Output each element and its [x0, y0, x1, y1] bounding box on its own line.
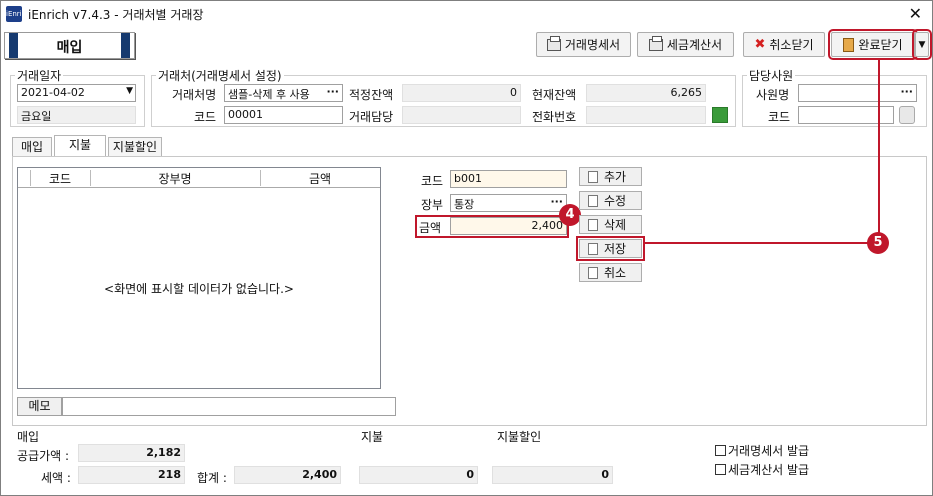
client-name-field[interactable]: 샘플-삭제 후 사용 ··· — [224, 84, 343, 102]
tax-invoice-issue-checkbox[interactable]: 세금계산서 발급 — [715, 461, 809, 478]
amount-field[interactable]: 2,400 — [450, 217, 567, 235]
column-amount[interactable]: 금액 — [260, 170, 380, 187]
current-balance-label: 현재잔액 — [532, 88, 577, 102]
mode-label: 매입 — [56, 40, 83, 56]
phone-label: 전화번호 — [532, 110, 577, 124]
cancel-doc-icon — [588, 266, 598, 279]
tab-payment[interactable]: 지불 — [54, 135, 106, 157]
contact-value — [402, 106, 521, 124]
discount-total-value: 0 — [492, 466, 613, 484]
edit-pencil-icon — [588, 194, 598, 207]
chevron-down-icon: ▼ — [126, 86, 133, 96]
staff-name-label: 사원명 — [756, 88, 790, 102]
tax-label: 세액 : — [41, 471, 71, 485]
printer-icon — [648, 35, 663, 51]
delete-button[interactable]: 삭제 — [579, 215, 642, 234]
staff-name-field[interactable]: ··· — [798, 84, 917, 102]
pay-code-label: 코드 — [421, 174, 444, 188]
supply-value: 2,182 — [78, 444, 185, 462]
delete-doc-icon — [588, 218, 598, 231]
connector-line-vertical — [878, 58, 880, 242]
connector-line-horizontal — [644, 242, 878, 244]
ledger-field[interactable]: 통장 ··· — [450, 194, 567, 212]
main-window: iEnrich iEnrich v7.4.3 - 거래처별 거래장 ✕ 매입 거… — [0, 0, 933, 496]
statement-print-button[interactable]: 거래명세서 — [536, 32, 631, 57]
payment-summary-legend: 지불 — [361, 430, 384, 444]
client-code-label: 코드 — [194, 110, 217, 124]
purchase-summary-legend: 매입 — [17, 430, 40, 444]
ledger-label: 장부 — [421, 198, 444, 212]
save-disk-icon — [588, 242, 598, 255]
more-icon[interactable]: ··· — [326, 85, 339, 98]
window-title: iEnrich v7.4.3 - 거래처별 거래장 — [28, 8, 204, 22]
client-code-field[interactable]: 00001 — [224, 106, 343, 124]
cancel-button[interactable]: 취소 — [579, 263, 642, 282]
grid-header: 코드 장부명 금액 — [18, 168, 380, 188]
trade-date-picker[interactable]: 2021-04-02 ▼ — [17, 84, 136, 102]
cancel-x-icon: ✖ — [754, 37, 766, 52]
column-code[interactable]: 코드 — [30, 170, 90, 187]
payment-grid[interactable]: 코드 장부명 금액 <화면에 표시할 데이터가 없습니다.> — [17, 167, 381, 389]
contact-label: 거래담당 — [349, 110, 394, 124]
empty-message: <화면에 표시할 데이터가 없습니다.> — [104, 282, 294, 296]
supply-label: 공급가액 : — [17, 449, 70, 463]
phone-value — [586, 106, 706, 124]
client-name-label: 거래처명 — [172, 88, 217, 102]
callout-5: 5 — [867, 232, 889, 254]
pay-code-field[interactable]: b001 — [450, 170, 567, 188]
door-icon — [843, 37, 855, 52]
memo-field[interactable] — [62, 397, 396, 416]
memo-label: 메모 — [17, 397, 62, 416]
more-icon[interactable]: ··· — [550, 195, 563, 208]
edit-button[interactable]: 수정 — [579, 191, 642, 210]
purchase-mode-button[interactable]: 매입 — [4, 32, 135, 59]
complete-close-button[interactable]: 완료닫기 — [828, 29, 918, 60]
weekday-display: 금요일 — [17, 106, 136, 124]
total-value: 2,400 — [234, 466, 341, 484]
lookup-icon[interactable] — [899, 106, 915, 124]
add-doc-icon — [588, 170, 598, 183]
staff-code-label: 코드 — [768, 110, 791, 124]
column-ledger-name[interactable]: 장부명 — [90, 170, 260, 187]
close-icon[interactable]: ✕ — [909, 4, 922, 23]
more-icon[interactable]: ··· — [900, 85, 913, 98]
discount-summary-legend: 지불할인 — [497, 430, 542, 444]
opening-balance-label: 적정잔액 — [349, 88, 394, 102]
tab-purchase[interactable]: 매입 — [12, 137, 52, 157]
statement-issue-checkbox[interactable]: 거래명세서 발급 — [715, 442, 809, 459]
callout-4: 4 — [559, 204, 581, 226]
payment-total-value: 0 — [359, 466, 478, 484]
complete-close-dropdown[interactable]: ▼ — [912, 29, 932, 60]
total-label: 합계 : — [197, 471, 227, 485]
title-bar: iEnrich iEnrich v7.4.3 - 거래처별 거래장 ✕ — [1, 1, 932, 27]
app-logo: iEnrich — [6, 6, 30, 22]
tax-invoice-print-button[interactable]: 세금계산서 — [637, 32, 734, 57]
opening-balance-value: 0 — [402, 84, 521, 102]
grid-view-icon[interactable] — [712, 107, 728, 123]
save-button[interactable]: 저장 — [576, 236, 645, 261]
add-button[interactable]: 추가 — [579, 167, 642, 186]
amount-label: 금액 — [419, 221, 442, 235]
printer-icon — [546, 35, 561, 51]
tab-payment-discount[interactable]: 지불할인 — [108, 137, 162, 157]
current-balance-value: 6,265 — [586, 84, 706, 102]
tax-value: 218 — [78, 466, 185, 484]
cancel-close-button[interactable]: ✖ 취소닫기 — [743, 32, 825, 57]
